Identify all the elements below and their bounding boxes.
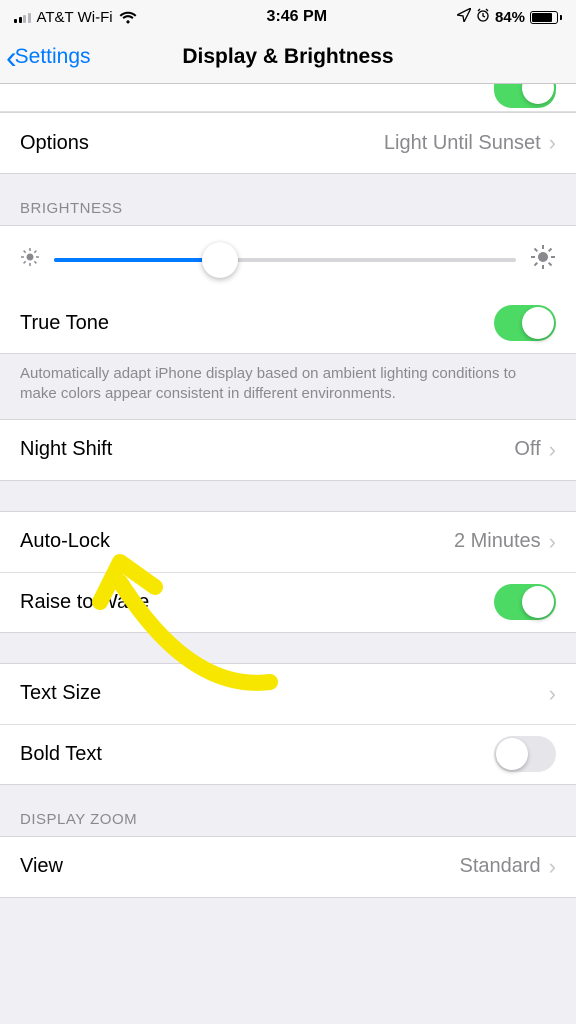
raise-to-wake-label: Raise to Wake [20, 591, 149, 614]
appearance-auto-toggle[interactable] [494, 84, 556, 108]
chevron-right-icon: › [549, 130, 556, 156]
options-row[interactable]: Options Light Until Sunset › [0, 113, 576, 173]
nav-header: ‹ Settings Display & Brightness [0, 30, 576, 84]
chevron-right-icon: › [549, 854, 556, 880]
true-tone-footer: Automatically adapt iPhone display based… [0, 354, 576, 419]
sun-small-icon [20, 247, 40, 272]
night-shift-row[interactable]: Night Shift Off › [0, 420, 576, 480]
text-size-row[interactable]: Text Size › [0, 664, 576, 724]
brightness-slider-row [0, 226, 576, 293]
view-value: Standard [460, 855, 541, 878]
night-shift-value: Off [514, 438, 540, 461]
true-tone-toggle[interactable] [494, 305, 556, 341]
carrier-label: AT&T Wi-Fi [37, 9, 113, 26]
cellular-signal-icon [14, 11, 31, 23]
bold-text-row: Bold Text [0, 724, 576, 784]
back-label: Settings [15, 45, 91, 69]
chevron-right-icon: › [549, 681, 556, 707]
true-tone-row: True Tone [0, 293, 576, 353]
view-row[interactable]: View Standard › [0, 837, 576, 897]
night-shift-label: Night Shift [20, 438, 112, 461]
auto-lock-row[interactable]: Auto-Lock 2 Minutes › [0, 512, 576, 572]
status-time: 3:46 PM [267, 8, 327, 26]
sun-large-icon [530, 244, 556, 275]
view-label: View [20, 855, 63, 878]
battery-pct: 84% [495, 9, 525, 26]
brightness-section-header: BRIGHTNESS [0, 174, 576, 225]
true-tone-label: True Tone [20, 312, 109, 335]
text-size-label: Text Size [20, 682, 101, 705]
bold-text-label: Bold Text [20, 743, 102, 766]
location-icon [457, 8, 471, 26]
auto-lock-label: Auto-Lock [20, 530, 110, 553]
options-value: Light Until Sunset [384, 132, 541, 155]
auto-lock-value: 2 Minutes [454, 530, 541, 553]
status-bar: AT&T Wi-Fi 3:46 PM 84% [0, 0, 576, 30]
wifi-icon [119, 11, 137, 24]
battery-icon [530, 11, 562, 24]
raise-to-wake-toggle[interactable] [494, 584, 556, 620]
chevron-right-icon: › [549, 437, 556, 463]
bold-text-toggle[interactable] [494, 736, 556, 772]
raise-to-wake-row: Raise to Wake [0, 572, 576, 632]
back-button[interactable]: ‹ Settings [0, 41, 91, 73]
display-zoom-section-header: DISPLAY ZOOM [0, 785, 576, 836]
appearance-toggle-partial [0, 84, 576, 112]
alarm-icon [476, 8, 490, 26]
chevron-right-icon: › [549, 529, 556, 555]
brightness-slider[interactable] [54, 258, 516, 262]
options-label: Options [20, 132, 89, 155]
